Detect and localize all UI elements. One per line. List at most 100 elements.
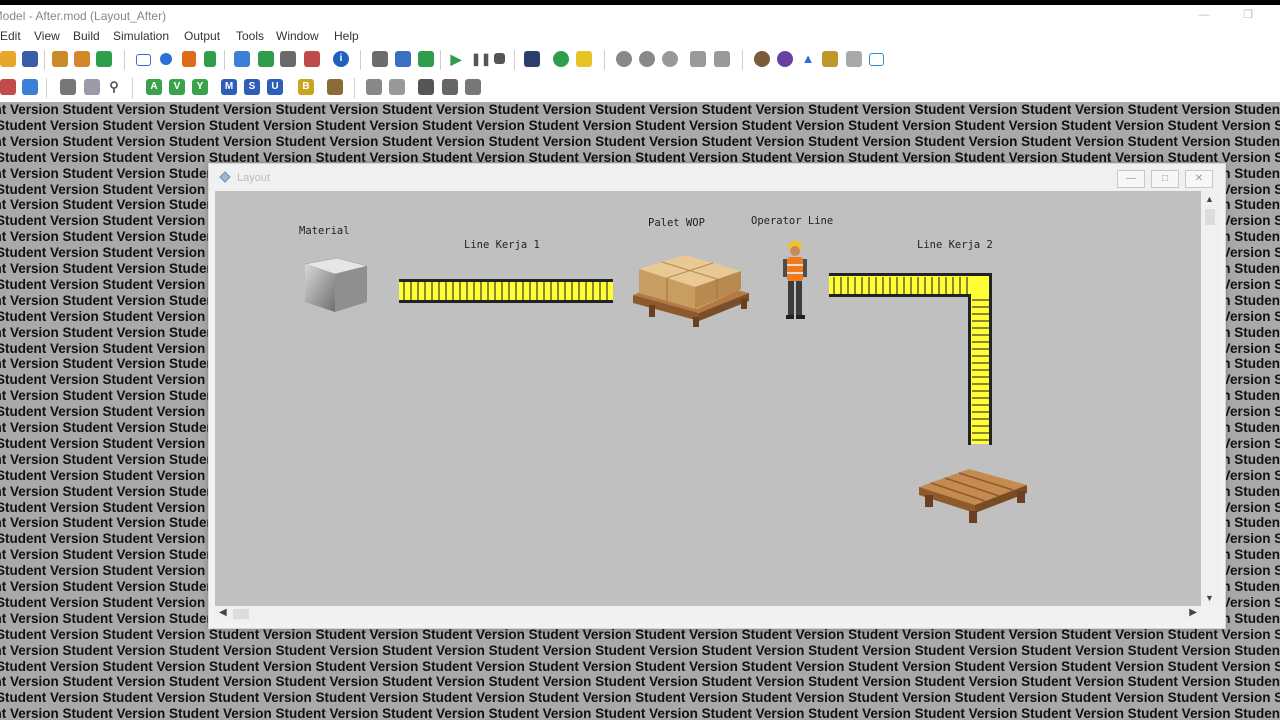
vertical-scrollbar[interactable]: ▲ ▼: [1201, 191, 1219, 606]
stop-icon[interactable]: [494, 53, 505, 64]
watermark-row: Student Version Student Version Student …: [0, 706, 1280, 720]
empty-pallet-icon[interactable]: [917, 459, 1029, 525]
line-kerja-1-label: Line Kerja 1: [464, 239, 540, 251]
entities-icon[interactable]: [74, 51, 90, 67]
v-icon-1[interactable]: [616, 51, 632, 67]
scroll-right-icon[interactable]: ▶: [1189, 607, 1197, 618]
watermark-row: Student Version Student Version Student …: [0, 117, 1280, 133]
layout-canvas[interactable]: Material Line Kerja 1 Palet WOP Operator…: [215, 191, 1201, 606]
menu-build[interactable]: Build: [73, 29, 100, 43]
toolbar-separator: [514, 50, 515, 70]
person-icon[interactable]: [204, 51, 216, 67]
v-icon-3[interactable]: [662, 51, 678, 67]
monitor-icon[interactable]: [869, 53, 884, 66]
material-label: Material: [299, 225, 350, 237]
scroll-down-icon[interactable]: ▼: [1205, 593, 1214, 603]
scroll-left-icon[interactable]: ◀: [219, 607, 227, 618]
edit-graphic-icon[interactable]: [327, 79, 343, 95]
watermark-row: Student Version Student Version Student …: [0, 642, 1280, 658]
edit-icon[interactable]: [0, 79, 16, 95]
v-icon-green[interactable]: V: [169, 79, 185, 95]
flag-icon[interactable]: [576, 51, 592, 67]
tool-icon-2[interactable]: [777, 51, 793, 67]
watermark-row: Student Version Student Version Student …: [0, 658, 1280, 674]
circle-icon[interactable]: [160, 53, 172, 65]
run-icon-green[interactable]: [418, 51, 434, 67]
copy-icon[interactable]: [280, 51, 296, 67]
layout-maximize-icon[interactable]: □: [1151, 170, 1179, 188]
menu-help[interactable]: Help: [334, 29, 359, 43]
palet-wop-boxes-icon[interactable]: [629, 245, 753, 329]
operator-worker-icon[interactable]: [779, 239, 811, 325]
triangle-icon[interactable]: ▲: [800, 51, 816, 67]
scroll-thumb[interactable]: [1205, 209, 1215, 225]
graphic-icon[interactable]: [84, 79, 100, 95]
tool-icon-1[interactable]: [754, 51, 770, 67]
views-icon[interactable]: [395, 51, 411, 67]
vehicle-icon[interactable]: [60, 79, 76, 95]
scroll-up-icon[interactable]: ▲: [1205, 194, 1214, 204]
import-icon[interactable]: [258, 51, 274, 67]
zoom-icon[interactable]: ⚲: [106, 79, 122, 95]
info-icon[interactable]: i: [333, 51, 349, 67]
menu-edit[interactable]: Edit: [0, 29, 21, 43]
secondary-toolbar: ⚲ A V Y M S U B: [0, 74, 1280, 103]
layout-minimize-icon[interactable]: —: [1117, 170, 1145, 188]
menu-view[interactable]: View: [34, 29, 60, 43]
minimize-icon[interactable]: —: [1196, 8, 1212, 22]
toolbar-separator: [354, 78, 355, 98]
y-icon-green[interactable]: Y: [192, 79, 208, 95]
horizontal-scrollbar[interactable]: ◀ ▶: [215, 606, 1201, 622]
tool-icon-3[interactable]: [822, 51, 838, 67]
hscroll-thumb[interactable]: [233, 609, 249, 619]
line-kerja-2-conveyor[interactable]: [829, 273, 993, 445]
a-icon[interactable]: A: [146, 79, 162, 95]
menu-window[interactable]: Window: [276, 29, 319, 43]
s-icon[interactable]: S: [244, 79, 260, 95]
line-kerja-2-label: Line Kerja 2: [917, 239, 993, 251]
toolbar-separator: [604, 50, 605, 70]
toolbar-separator: [440, 50, 441, 70]
layout-title: Layout: [237, 172, 271, 184]
v-icon-2[interactable]: [639, 51, 655, 67]
layer-icon-1[interactable]: [366, 79, 382, 95]
layer-icon-2[interactable]: [389, 79, 405, 95]
chart-icon-1[interactable]: [690, 51, 706, 67]
paste-icon[interactable]: [304, 51, 320, 67]
menu-simulation[interactable]: Simulation: [113, 29, 169, 43]
chart-icon-2[interactable]: [714, 51, 730, 67]
toolbar-separator: [742, 50, 743, 70]
layer-icon-5[interactable]: [465, 79, 481, 95]
material-cube-icon[interactable]: [301, 254, 371, 314]
rectangle-icon[interactable]: [136, 54, 151, 66]
arrow-right-icon[interactable]: [234, 51, 250, 67]
watermark-row: Student Version Student Version Student …: [0, 626, 1280, 642]
toolbar-separator: [44, 50, 45, 70]
locations-icon[interactable]: [52, 51, 68, 67]
restore-icon[interactable]: ❐: [1240, 8, 1256, 22]
line-icon[interactable]: [182, 51, 196, 67]
m-icon[interactable]: M: [221, 79, 237, 95]
export-icon[interactable]: [22, 79, 38, 95]
counter-icon[interactable]: [524, 51, 540, 67]
menu-output[interactable]: Output: [184, 29, 220, 43]
layer-icon-3[interactable]: [418, 79, 434, 95]
layer-icon-4[interactable]: [442, 79, 458, 95]
watermark-row: Student Version Student Version Student …: [0, 133, 1280, 149]
play-icon[interactable]: ▶: [448, 51, 464, 67]
globe-icon[interactable]: [553, 51, 569, 67]
path-icon[interactable]: [96, 51, 112, 67]
open-icon[interactable]: [0, 51, 16, 67]
u-icon[interactable]: U: [267, 79, 283, 95]
layout-window-icon: [219, 171, 231, 183]
watermark-row: Student Version Student Version Student …: [0, 690, 1280, 706]
tool-icon-4[interactable]: [846, 51, 862, 67]
layout-close-icon[interactable]: ✕: [1185, 170, 1213, 188]
line-kerja-1-conveyor[interactable]: [399, 279, 613, 303]
palet-wop-label: Palet WOP: [648, 217, 705, 229]
pause-icon[interactable]: ❚❚: [471, 51, 491, 67]
save-icon[interactable]: [22, 51, 38, 67]
b-icon[interactable]: B: [298, 79, 314, 95]
menu-tools[interactable]: Tools: [236, 29, 264, 43]
options-icon[interactable]: [372, 51, 388, 67]
